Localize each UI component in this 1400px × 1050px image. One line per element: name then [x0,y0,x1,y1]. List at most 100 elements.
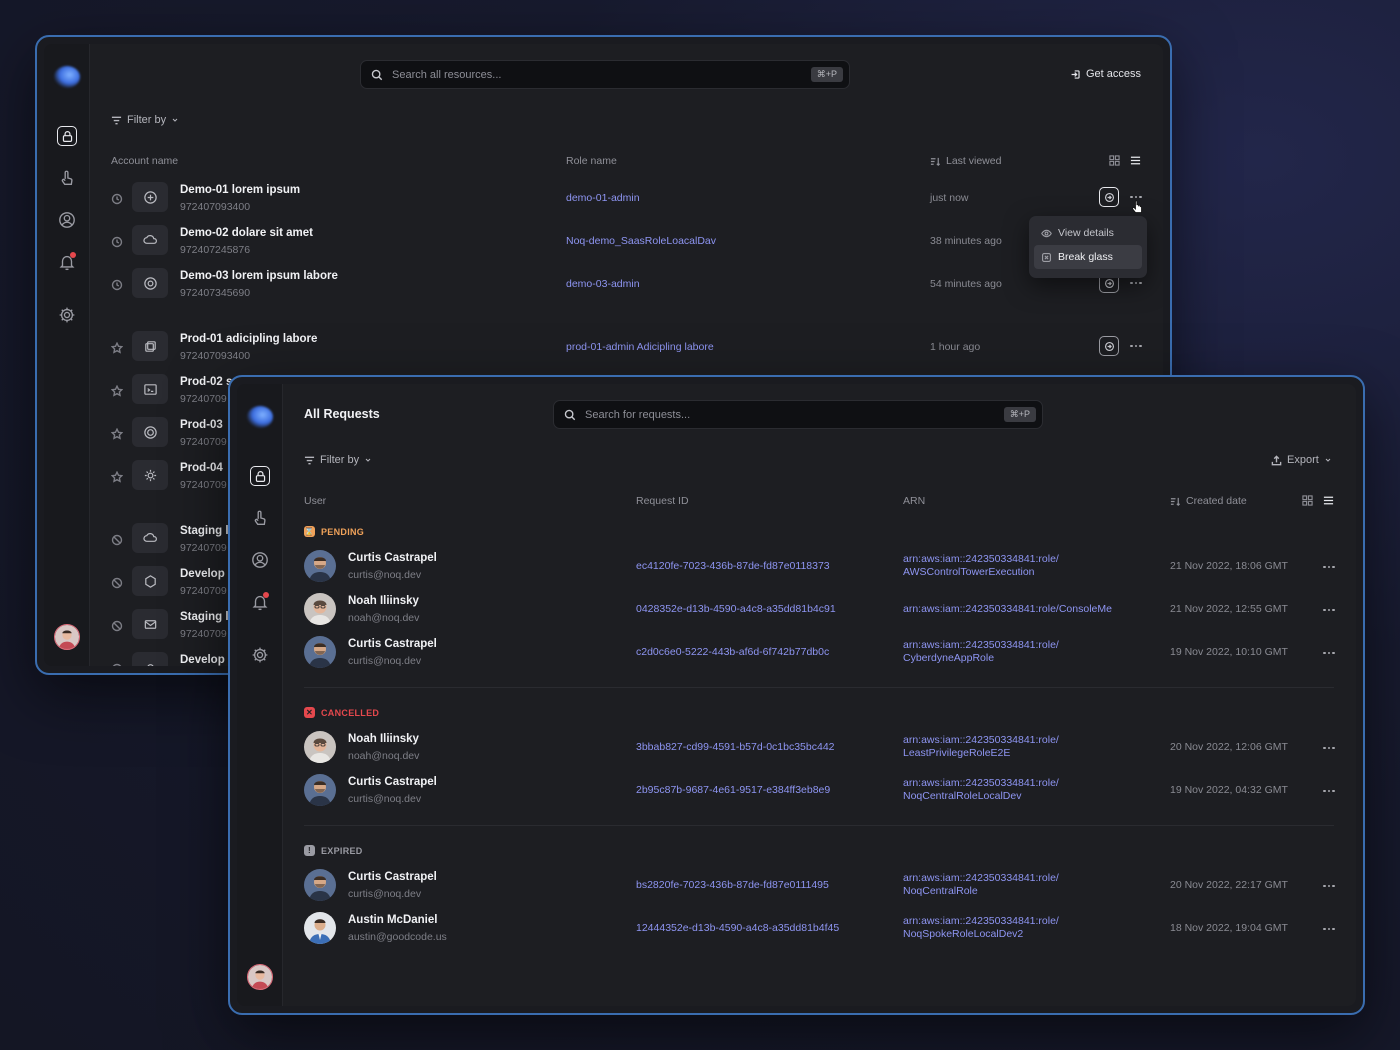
account-name[interactable]: Demo-01 lorem ipsum [180,184,300,196]
login-icon [1071,69,1080,79]
disabled-icon[interactable] [111,576,123,589]
hand-pointer-icon[interactable] [250,508,270,528]
more-options-button[interactable] [1322,743,1336,753]
hand-pointer-icon[interactable] [57,168,77,188]
account-name[interactable]: Staging l [180,525,229,537]
get-access-button[interactable]: Get access [1070,68,1141,80]
gear-icon[interactable] [57,305,77,325]
column-arn[interactable]: ARN [903,495,925,507]
arn-link-role[interactable]: NoqSpokeRoleLocalDev2 [903,928,1023,940]
more-options-button[interactable] [1322,562,1336,572]
arn-link-role[interactable]: CyberdyneAppRole [903,652,994,664]
arn-link-role[interactable]: NoqCentralRole [903,885,978,897]
lock-icon[interactable] [57,126,77,146]
request-id-link[interactable]: 12444352e-d13b-4590-a4c8-a35dd81b4f45 [636,922,839,934]
more-options-button[interactable] [1129,341,1143,351]
search-shortcut: ⌘+P [1003,407,1036,422]
arn-link[interactable]: arn:aws:iam::242350334841:role/ [903,872,1059,884]
login-button[interactable] [1099,336,1119,356]
request-id-link[interactable]: 0428352e-d13b-4590-a4c8-a35dd81b4c91 [636,603,836,615]
request-id-link[interactable]: c2d0c6e0-5222-443b-af6d-6f742b77db0c [636,646,829,658]
arn-link-role[interactable]: LeastPrivilegeRoleE2E [903,747,1010,759]
cog-tile-icon [144,469,156,481]
request-id-link[interactable]: 3bbab827-cd99-4591-b57d-0c1bc35bc442 [636,741,835,753]
column-account-name[interactable]: Account name [111,155,178,167]
column-role-name[interactable]: Role name [566,155,617,167]
arn-link[interactable]: arn:aws:iam::242350334841:role/ [903,777,1059,789]
disabled-icon[interactable] [111,619,123,632]
history-icon[interactable] [111,278,123,291]
account-name[interactable]: Staging l [180,611,229,623]
user-avatar[interactable] [54,624,80,650]
arn-link[interactable]: arn:aws:iam::242350334841:role/ [903,639,1059,651]
user-name[interactable]: Curtis Castrapel [348,552,437,564]
user-avatar[interactable] [247,964,273,990]
bell-icon[interactable] [250,592,270,612]
role-link[interactable]: demo-01-admin [566,192,640,204]
account-name[interactable]: Prod-01 adicipling labore [180,333,317,345]
disabled-icon[interactable] [111,533,123,546]
more-options-button[interactable] [1322,924,1336,934]
request-id-link[interactable]: bs2820fe-7023-436b-87de-fd87e0111495 [636,879,829,891]
disabled-icon[interactable] [111,662,123,666]
arn-link[interactable]: arn:aws:iam::242350334841:role/ConsoleMe [903,603,1112,615]
more-options-button[interactable] [1322,786,1336,796]
role-link[interactable]: demo-03-admin [566,278,640,290]
account-name[interactable]: Prod-03 [180,419,223,431]
user-name[interactable]: Noah Iliinsky [348,595,419,607]
account-name[interactable]: Demo-02 dolare sit amet [180,227,313,239]
star-icon[interactable] [110,427,124,440]
column-user[interactable]: User [304,495,326,507]
account-name[interactable]: Prod-02 s [180,376,232,388]
user-name[interactable]: Curtis Castrapel [348,871,437,883]
column-request-id[interactable]: Request ID [636,495,689,507]
more-options-button[interactable] [1129,278,1143,288]
request-id-link[interactable]: 2b95c87b-9687-4e61-9517-e384ff3eb8e9 [636,784,830,796]
account-name[interactable]: Demo-03 lorem ipsum labore [180,270,338,282]
history-icon[interactable] [111,192,123,205]
more-options-button[interactable] [1322,648,1336,658]
list-view-icon[interactable] [1323,495,1334,506]
menu-break-glass[interactable]: Break glass [1034,245,1142,269]
export-button[interactable]: Export [1271,454,1332,466]
filter-icon [304,456,315,464]
arn-link[interactable]: arn:aws:iam::242350334841:role/ [903,915,1059,927]
arn-link-role[interactable]: AWSControlTowerExecution [903,566,1035,578]
arn-link[interactable]: arn:aws:iam::242350334841:role/ [903,553,1059,565]
arn-link-role[interactable]: NoqCentralRoleLocalDev [903,790,1021,802]
lock-icon[interactable] [250,466,270,486]
request-id-link[interactable]: ec4120fe-7023-436b-87de-fd87e0118373 [636,560,830,572]
star-icon[interactable] [110,341,124,354]
more-options-button[interactable] [1322,881,1336,891]
resource-search-input[interactable]: Search all resources... ⌘+P [360,60,850,89]
request-search-input[interactable]: Search for requests... ⌘+P [553,400,1043,429]
star-icon[interactable] [110,384,124,397]
role-link[interactable]: Noq-demo_SaasRoleLoacalDav [566,235,716,247]
column-created-date[interactable]: Created date [1170,495,1247,507]
column-last-viewed[interactable]: Last viewed [930,155,1001,167]
account-icon-tile [132,225,168,255]
more-options-button[interactable] [1322,605,1336,615]
gear-icon[interactable] [250,645,270,665]
grid-view-icon[interactable] [1109,155,1120,166]
menu-view-details[interactable]: View details [1034,221,1142,245]
list-view-icon[interactable] [1130,155,1141,166]
user-name[interactable]: Curtis Castrapel [348,638,437,650]
bell-icon[interactable] [57,252,77,272]
user-name[interactable]: Noah Iliinsky [348,733,419,745]
account-name[interactable]: Develop [180,568,225,580]
account-name[interactable]: Develop [180,654,225,666]
user-name[interactable]: Curtis Castrapel [348,776,437,788]
login-button[interactable] [1099,187,1119,207]
role-link[interactable]: prod-01-admin Adicipling labore [566,341,714,353]
user-circle-icon[interactable] [57,210,77,230]
user-name[interactable]: Austin McDaniel [348,914,437,926]
arn-link[interactable]: arn:aws:iam::242350334841:role/ [903,734,1059,746]
history-icon[interactable] [111,235,123,248]
star-icon[interactable] [110,470,124,483]
filter-by-button[interactable]: Filter by [111,114,179,126]
account-name[interactable]: Prod-04 [180,462,223,474]
grid-view-icon[interactable] [1302,495,1313,506]
user-circle-icon[interactable] [250,550,270,570]
filter-by-button[interactable]: Filter by [304,454,372,466]
